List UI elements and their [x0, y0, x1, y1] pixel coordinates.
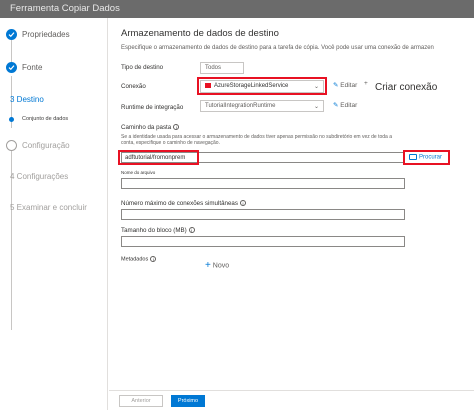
- info-icon: i: [173, 124, 180, 131]
- info-icon: i: [239, 200, 246, 207]
- previous-button[interactable]: Anterior: [119, 395, 163, 407]
- create-connection-annotation: Criar conexão: [375, 82, 438, 93]
- block-size-label: Tamanho do bloco (MB) i: [121, 227, 195, 234]
- browse-highlight: [403, 150, 450, 165]
- max-connections-input[interactable]: [121, 209, 405, 220]
- target-type-value: Todos: [205, 65, 222, 71]
- target-type-dropdown[interactable]: Todos: [200, 62, 244, 74]
- file-name-input[interactable]: [121, 178, 405, 189]
- chevron-down-icon: ⌄: [313, 104, 319, 110]
- integration-runtime-label: Runtime de integração: [121, 104, 184, 111]
- connection-highlight: [197, 77, 327, 95]
- pencil-icon: ✎: [333, 102, 339, 109]
- wizard-footer: Anterior Próximo: [109, 390, 474, 410]
- step-configuration[interactable]: Configuração: [22, 141, 70, 150]
- block-size-input[interactable]: [121, 236, 405, 247]
- metadata-label: Metadados i: [121, 256, 157, 262]
- title-bar: Ferramenta Copiar Dados: [0, 0, 474, 18]
- integration-runtime-dropdown[interactable]: TutorialIntegrationRuntime ⌄: [200, 100, 324, 112]
- steps-sidebar: Propriedades Fonte 3 Destino Conjunto de…: [0, 18, 108, 410]
- current-step-dot: [9, 117, 14, 122]
- edit-runtime-link[interactable]: ✎ Editar: [333, 101, 357, 109]
- check-icon: [6, 62, 17, 73]
- check-icon: [6, 29, 17, 40]
- folder-path-help-line2: conta, especifique o caminho de navegaçã…: [121, 140, 220, 146]
- main-panel: Armazenamento de dados de destino Especi…: [109, 18, 474, 392]
- step-properties[interactable]: Propriedades: [22, 30, 70, 39]
- step-dataset[interactable]: Conjunto de dados: [22, 116, 68, 122]
- folder-path-label: Caminho da pasta i: [121, 124, 180, 131]
- max-connections-label: Número máximo de conexões simultâneas i: [121, 200, 246, 207]
- add-metadata-button[interactable]: + Novo: [205, 260, 229, 271]
- pending-step-dot: [6, 140, 17, 151]
- integration-runtime-value: TutorialIntegrationRuntime: [205, 103, 276, 109]
- info-icon: i: [188, 227, 195, 234]
- new-connection-button[interactable]: +: [364, 80, 368, 87]
- step-source[interactable]: Fonte: [22, 63, 42, 72]
- target-type-label: Tipo de destino: [121, 64, 164, 71]
- info-icon: i: [150, 256, 157, 262]
- pencil-icon: ✎: [333, 82, 339, 89]
- step-destination[interactable]: 3 Destino: [10, 95, 44, 104]
- step-review-finish[interactable]: 5 Examinar e concluir: [10, 203, 87, 212]
- edit-connection-link[interactable]: ✎ Editar: [333, 81, 357, 89]
- connection-label: Conexão: [121, 83, 146, 90]
- page-description: Especifique o armazenamento de dados de …: [121, 45, 434, 51]
- plus-icon: +: [205, 260, 211, 271]
- file-name-label: Nome do arquivo: [121, 170, 156, 175]
- window-title: Ferramenta Copiar Dados: [10, 3, 120, 14]
- page-title: Armazenamento de dados de destino: [121, 28, 279, 39]
- step-settings[interactable]: 4 Configurações: [10, 172, 68, 181]
- next-button[interactable]: Próximo: [171, 395, 205, 407]
- folder-path-highlight: [118, 150, 199, 165]
